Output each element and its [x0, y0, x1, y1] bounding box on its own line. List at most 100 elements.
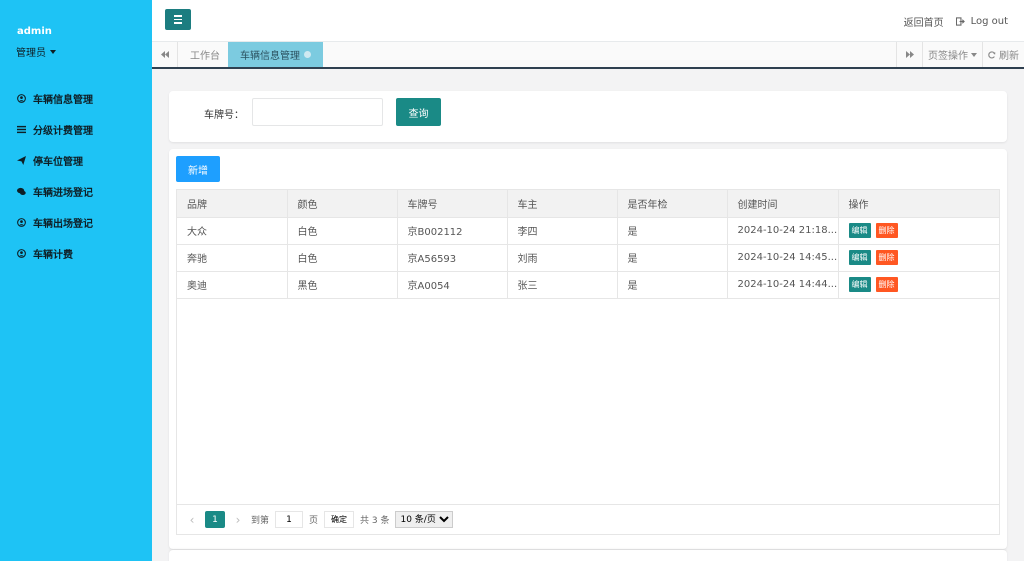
cell-owner: 李四 [507, 217, 618, 245]
caret-down-icon [50, 49, 56, 54]
cell-actions: 编辑 删除 [838, 244, 999, 272]
cell-inspected: 是 [617, 244, 728, 272]
paper-plane-icon [17, 156, 26, 165]
column-header-plate[interactable]: 车牌号 [397, 190, 508, 218]
cell-actions: 编辑 删除 [838, 271, 999, 299]
page-ops-label: 页签操作 [928, 51, 968, 62]
sidebar-item-label: 车辆进场登记 [33, 188, 93, 199]
close-icon[interactable] [304, 51, 311, 58]
tab-tools: 页签操作 刷新 [896, 42, 1024, 67]
column-header-actions: 操作 [838, 190, 999, 218]
sidebar-item-label: 车辆计费 [33, 250, 73, 261]
home-link[interactable]: 返回首页 [904, 14, 944, 29]
tab-label: 工作台 [190, 51, 220, 62]
sidebar-menu: 车辆信息管理 分级计费管理 停车位管理 车辆进场登记 车辆出场登记 车辆计费 [0, 83, 152, 269]
sidebar-username: admin [17, 26, 52, 37]
table-row[interactable]: 大众 白色 京B002112 李四 是 2024-10-24 21:18... … [177, 217, 999, 245]
double-left-icon [160, 51, 169, 58]
goto-confirm-button[interactable]: 确定 [324, 511, 355, 528]
sidebar-item-tiered-billing[interactable]: 分级计费管理 [0, 114, 152, 145]
tabs-scroll-left-button[interactable] [152, 42, 178, 67]
user-circle-icon [17, 218, 26, 227]
cell-plate: 京A56593 [397, 244, 508, 272]
caret-down-icon [971, 52, 977, 57]
sidebar-item-vehicle-billing[interactable]: 车辆计费 [0, 238, 152, 269]
cell-owner: 刘雨 [507, 244, 618, 272]
tabs-scroll-right-button[interactable] [896, 42, 922, 67]
delete-button[interactable]: 删除 [875, 277, 898, 292]
plate-search-input[interactable] [252, 98, 383, 126]
header-actions: 返回首页 Log out [904, 14, 1008, 29]
cell-brand: 奥迪 [177, 271, 288, 299]
delete-button[interactable]: 删除 [875, 250, 898, 265]
query-button[interactable]: 查询 [396, 98, 441, 126]
search-panel: 车牌号： 查询 [169, 91, 1007, 142]
column-header-color[interactable]: 颜色 [287, 190, 398, 218]
column-header-brand[interactable]: 品牌 [177, 190, 288, 218]
cell-actions: 编辑 删除 [838, 217, 999, 245]
sidebar-item-label: 车辆出场登记 [33, 219, 93, 230]
page-size-select[interactable]: 10 条/页 [395, 511, 454, 528]
hamburger-line [174, 22, 182, 24]
plate-label: 车牌号： [204, 110, 244, 121]
sidebar-item-vehicle-info[interactable]: 车辆信息管理 [0, 83, 152, 114]
edit-button[interactable]: 编辑 [848, 223, 871, 238]
sidebar-item-parking-space[interactable]: 停车位管理 [0, 145, 152, 176]
cell-brand: 大众 [177, 217, 288, 245]
cell-created: 2024-10-24 14:45... [727, 244, 839, 272]
cell-created: 2024-10-24 21:18... [727, 217, 839, 245]
role-label: 管理员 [16, 48, 46, 59]
hamburger-icon [174, 15, 182, 17]
tab-label: 车辆信息管理 [240, 51, 300, 62]
sidebar-item-vehicle-entry[interactable]: 车辆进场登记 [0, 176, 152, 207]
add-button[interactable]: 新增 [176, 156, 220, 182]
current-page[interactable]: 1 [205, 511, 225, 528]
logout-label: Log out [970, 16, 1008, 27]
hamburger-line [174, 18, 182, 21]
column-header-created[interactable]: 创建时间 [727, 190, 839, 218]
tabs-bar: 工作台 车辆信息管理 页签操作 刷新 [152, 42, 1024, 69]
sidebar-item-label: 分级计费管理 [33, 126, 93, 137]
user-circle-icon [17, 249, 26, 258]
cell-color: 黑色 [287, 271, 398, 299]
sidebar: admin 管理员 车辆信息管理 分级计费管理 停车位管理 车辆进场登记 车辆出… [0, 0, 152, 561]
bottom-panel [169, 550, 1007, 561]
page-ops-dropdown[interactable]: 页签操作 [922, 42, 982, 67]
refresh-button[interactable]: 刷新 [982, 42, 1024, 67]
column-header-owner[interactable]: 车主 [507, 190, 618, 218]
cell-inspected: 是 [617, 271, 728, 299]
table-row[interactable]: 奥迪 黑色 京A0054 张三 是 2024-10-24 14:44... 编辑… [177, 271, 999, 299]
logout-link[interactable]: Log out [955, 16, 1008, 27]
tab-dashboard[interactable]: 工作台 [178, 42, 232, 67]
top-header: 返回首页 Log out [152, 0, 1024, 42]
cell-color: 白色 [287, 244, 398, 272]
column-header-inspected[interactable]: 是否年检 [617, 190, 728, 218]
table-row[interactable]: 奔驰 白色 京A56593 刘雨 是 2024-10-24 14:45... 编… [177, 244, 999, 272]
tab-vehicle-info[interactable]: 车辆信息管理 [228, 42, 323, 67]
list-icon [17, 125, 26, 134]
role-dropdown[interactable]: 管理员 [16, 44, 56, 59]
page-unit-label: 页 [309, 516, 319, 526]
refresh-label: 刷新 [999, 51, 1019, 62]
user-circle-icon [17, 94, 26, 103]
sidebar-item-vehicle-exit[interactable]: 车辆出场登记 [0, 207, 152, 238]
menu-toggle-button[interactable] [165, 9, 191, 30]
delete-button[interactable]: 删除 [875, 223, 898, 238]
prev-page-icon[interactable]: ‹ [185, 513, 199, 527]
goto-page-input[interactable] [275, 511, 304, 528]
double-right-icon [905, 51, 914, 58]
edit-button[interactable]: 编辑 [848, 250, 871, 265]
table-header-row: 品牌 颜色 车牌号 车主 是否年检 创建时间 操作 [177, 190, 999, 218]
vehicle-table: 品牌 颜色 车牌号 车主 是否年检 创建时间 操作 大众 白色 京B002112… [176, 189, 1000, 535]
goto-label: 到第 [251, 516, 270, 526]
cell-plate: 京A0054 [397, 271, 508, 299]
next-page-icon[interactable]: › [231, 513, 245, 527]
cell-color: 白色 [287, 217, 398, 245]
edit-button[interactable]: 编辑 [848, 277, 871, 292]
cell-brand: 奔驰 [177, 244, 288, 272]
pagination: ‹ 1 › 到第 页 确定 共 3 条 10 条/页 [177, 504, 999, 534]
sidebar-item-label: 停车位管理 [33, 157, 83, 168]
table-panel: 新增 品牌 颜色 车牌号 车主 是否年检 创建时间 操作 大众 白色 京B002… [169, 149, 1007, 549]
cell-plate: 京B002112 [397, 217, 508, 245]
refresh-icon [988, 50, 996, 59]
